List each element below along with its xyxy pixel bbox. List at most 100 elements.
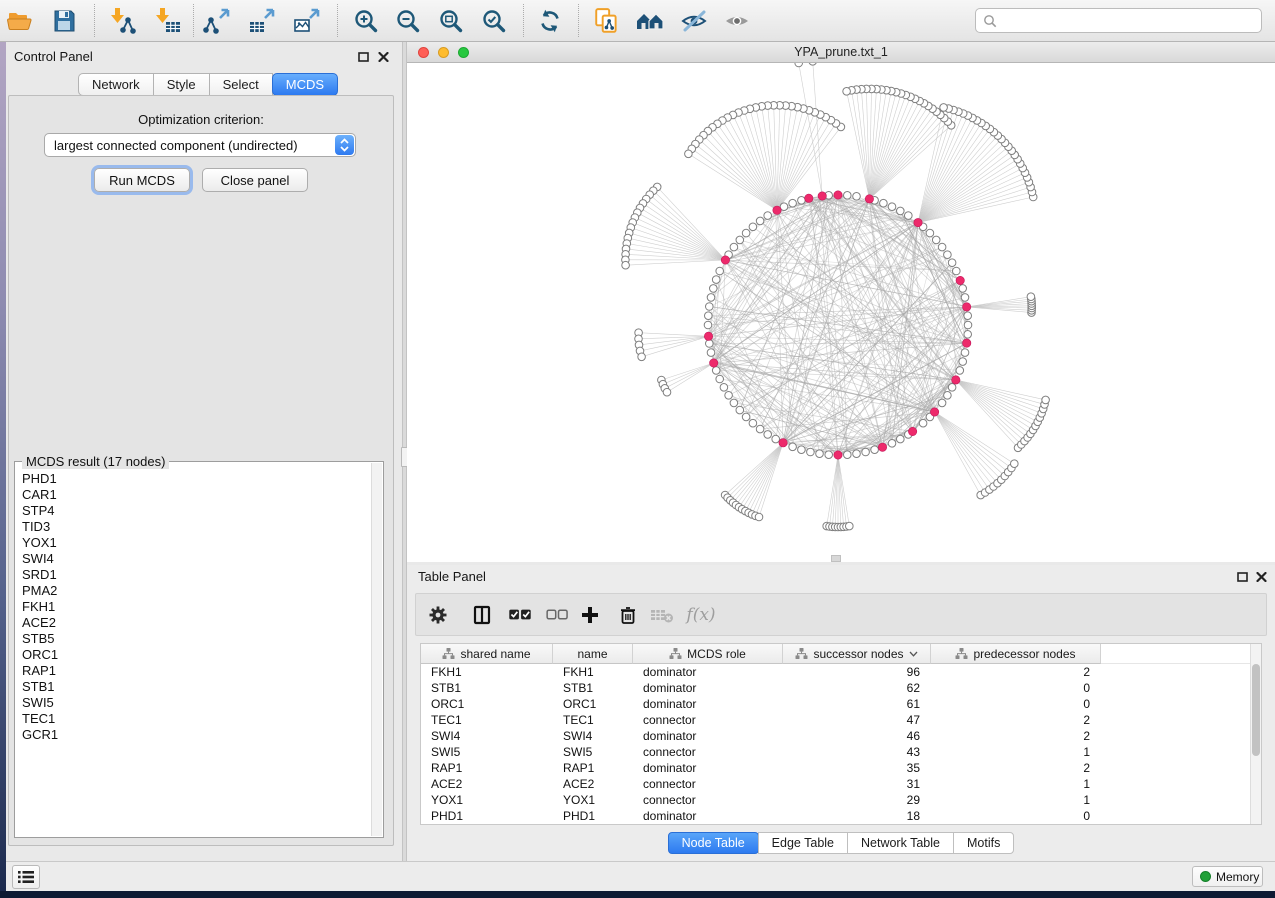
network-node[interactable] — [846, 522, 854, 530]
table-scrollbar-thumb[interactable] — [1252, 664, 1260, 756]
mcds-hub-node[interactable] — [818, 192, 826, 200]
mcds-hub-node[interactable] — [914, 218, 922, 226]
network-node[interactable] — [807, 448, 815, 456]
horizontal-splitter-handle[interactable] — [831, 555, 841, 562]
network-node[interactable] — [1042, 396, 1050, 404]
zoom-in-button[interactable] — [349, 5, 383, 37]
network-node[interactable] — [888, 440, 896, 448]
network-node[interactable] — [798, 197, 806, 205]
table-row[interactable]: FKH1FKH1dominator962 — [421, 664, 1261, 680]
network-node[interactable] — [940, 104, 948, 112]
table-options-button[interactable] — [421, 594, 455, 635]
network-node[interactable] — [944, 251, 952, 259]
mcds-result-item[interactable]: STB1 — [22, 679, 369, 695]
mcds-hub-node[interactable] — [956, 276, 964, 284]
network-node[interactable] — [944, 392, 952, 400]
column-header-MCDS-role[interactable]: MCDS role — [633, 644, 783, 664]
column-header-shared-name[interactable]: shared name — [421, 644, 553, 664]
network-node[interactable] — [764, 212, 772, 220]
network-node[interactable] — [1011, 460, 1019, 468]
mcds-result-item[interactable]: SWI5 — [22, 695, 369, 711]
network-node[interactable] — [716, 267, 724, 275]
mcds-hub-node[interactable] — [908, 427, 916, 435]
network-node[interactable] — [871, 446, 879, 454]
network-node[interactable] — [730, 243, 738, 251]
mcds-result-item[interactable]: PMA2 — [22, 583, 369, 599]
mcds-hub-node[interactable] — [721, 256, 729, 264]
network-node[interactable] — [638, 353, 646, 361]
network-node[interactable] — [844, 451, 852, 459]
network-node[interactable] — [736, 236, 744, 244]
mcds-hub-node[interactable] — [865, 195, 873, 203]
mcds-hub-node[interactable] — [878, 443, 886, 451]
result-scrollbar[interactable] — [371, 463, 382, 836]
network-node[interactable] — [789, 443, 797, 451]
export-table-button[interactable] — [246, 5, 280, 37]
network-node[interactable] — [956, 367, 964, 375]
network-node[interactable] — [749, 419, 757, 427]
table-row[interactable]: ACE2ACE2connector311 — [421, 776, 1261, 792]
first-neighbors-button[interactable] — [633, 5, 667, 37]
network-node[interactable] — [710, 285, 718, 293]
network-node[interactable] — [764, 431, 772, 439]
open-file-button[interactable] — [3, 5, 37, 37]
mcds-result-item[interactable]: TEC1 — [22, 711, 369, 727]
optimization-select[interactable]: largest connected component (undirected) — [44, 133, 356, 157]
network-node[interactable] — [964, 312, 972, 320]
network-node[interactable] — [1027, 293, 1035, 301]
network-node[interactable] — [888, 203, 896, 211]
network-node[interactable] — [809, 63, 817, 65]
network-node[interactable] — [663, 388, 671, 396]
refresh-button[interactable] — [533, 5, 567, 37]
zoom-selected-button[interactable] — [477, 5, 511, 37]
show-all-button[interactable] — [720, 5, 754, 37]
network-node[interactable] — [964, 331, 972, 339]
deselect-all-button[interactable] — [540, 594, 574, 635]
network-node[interactable] — [816, 450, 824, 458]
network-node[interactable] — [749, 223, 757, 231]
select-all-button[interactable] — [503, 594, 537, 635]
network-node[interactable] — [707, 349, 715, 357]
network-canvas[interactable] — [407, 63, 1275, 562]
column-header-successor-nodes[interactable]: successor nodes — [783, 644, 931, 664]
export-image-button[interactable] — [291, 5, 325, 37]
mcds-result-item[interactable]: RAP1 — [22, 663, 369, 679]
network-node[interactable] — [905, 212, 913, 220]
network-node[interactable] — [742, 229, 750, 237]
network-titlebar[interactable]: YPA_prune.txt_1 — [407, 42, 1275, 63]
network-node[interactable] — [755, 513, 763, 521]
mcds-hub-node[interactable] — [704, 332, 712, 340]
tab-node-table[interactable]: Node Table — [668, 832, 759, 854]
tab-edge-table[interactable]: Edge Table — [758, 832, 848, 854]
network-node[interactable] — [795, 63, 803, 67]
close-panel-button[interactable]: Close panel — [202, 168, 308, 192]
network-node[interactable] — [959, 358, 967, 366]
save-session-button[interactable] — [47, 5, 81, 37]
show-columns-button[interactable] — [465, 594, 499, 635]
network-node[interactable] — [880, 199, 888, 207]
network-node[interactable] — [742, 413, 750, 421]
import-network-button[interactable] — [105, 5, 139, 37]
network-node[interactable] — [716, 375, 724, 383]
network-node[interactable] — [706, 340, 714, 348]
mcds-result-item[interactable]: STP4 — [22, 503, 369, 519]
network-node[interactable] — [720, 384, 728, 392]
table-row[interactable]: SWI5SWI5connector431 — [421, 744, 1261, 760]
run-mcds-button[interactable]: Run MCDS — [94, 168, 190, 192]
network-node[interactable] — [844, 192, 852, 200]
network-node[interactable] — [932, 236, 940, 244]
table-row[interactable]: TEC1TEC1connector472 — [421, 712, 1261, 728]
network-node[interactable] — [685, 150, 693, 158]
table-row[interactable]: PHD1PHD1dominator180 — [421, 808, 1261, 824]
tab-mcds[interactable]: MCDS — [272, 73, 338, 96]
network-node[interactable] — [705, 312, 713, 320]
network-node[interactable] — [961, 349, 969, 357]
network-node[interactable] — [938, 399, 946, 407]
mcds-result-item[interactable]: GCR1 — [22, 727, 369, 743]
network-node[interactable] — [756, 425, 764, 433]
column-header-name[interactable]: name — [553, 644, 633, 664]
tab-motifs[interactable]: Motifs — [953, 832, 1014, 854]
mcds-result-item[interactable]: YOX1 — [22, 535, 369, 551]
network-node[interactable] — [736, 406, 744, 414]
network-node[interactable] — [964, 321, 972, 329]
